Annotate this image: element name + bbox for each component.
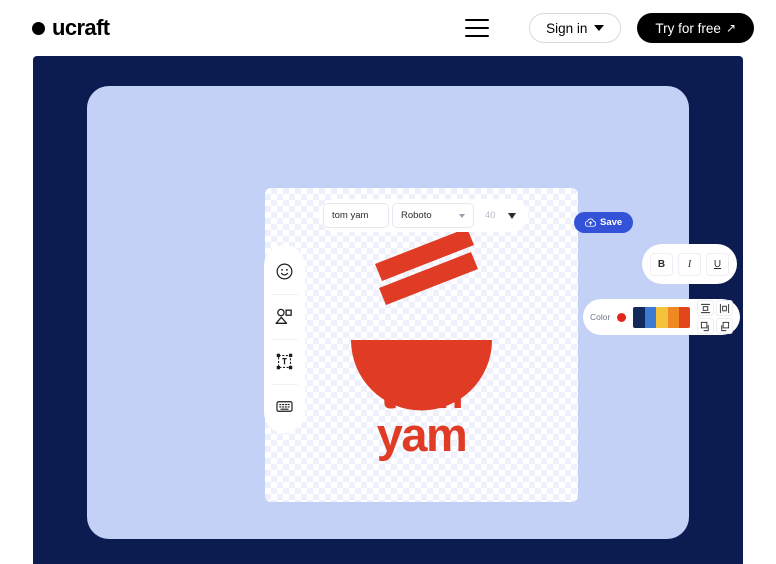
align-horizontal-distribute-button[interactable] xyxy=(697,300,715,316)
hamburger-bar xyxy=(465,35,490,37)
hamburger-bar xyxy=(465,27,490,29)
editor-panel: tom yam tom yam Roboto 40 Save B I U Col… xyxy=(87,86,741,539)
canvas-logo-text: tom yam xyxy=(265,365,578,462)
palette-swatch[interactable] xyxy=(678,306,691,328)
canvas-logo-line-2: yam xyxy=(376,408,468,462)
sign-in-button[interactable]: Sign in xyxy=(529,13,622,43)
emoji-icon xyxy=(276,263,293,280)
tools-sidebar xyxy=(264,245,305,433)
align-left-button[interactable] xyxy=(697,318,715,334)
save-button[interactable]: Save xyxy=(574,212,634,233)
palette-swatch[interactable] xyxy=(656,306,668,328)
sidebar-item-shapes[interactable] xyxy=(264,294,305,339)
caret-down-filled-icon xyxy=(508,212,516,219)
font-family-select[interactable]: Roboto xyxy=(392,203,474,228)
try-for-free-label: Try for free xyxy=(655,20,721,36)
text-toolbar: tom yam Roboto 40 xyxy=(319,199,528,232)
hero-frame: tom yam tom yam Roboto 40 Save B I U Col… xyxy=(33,56,743,564)
bold-button[interactable]: B xyxy=(650,252,673,276)
transform-icon xyxy=(276,353,293,370)
text-format-panel: B I U xyxy=(642,244,737,284)
keyboard-icon xyxy=(276,401,293,412)
text-input-value: tom yam xyxy=(332,210,369,221)
color-picker[interactable]: Color xyxy=(590,312,627,322)
dot-mark-icon xyxy=(32,21,45,35)
sidebar-item-transform[interactable] xyxy=(264,339,305,384)
sidebar-item-keyboard[interactable] xyxy=(264,384,305,429)
align-right-icon xyxy=(721,321,730,331)
color-palette[interactable] xyxy=(633,306,691,328)
hamburger-menu-icon[interactable] xyxy=(465,19,490,37)
palette-swatch[interactable] xyxy=(644,306,657,328)
palette-swatch[interactable] xyxy=(633,306,645,328)
shapes-icon xyxy=(275,308,292,324)
nav-actions: Sign in Try for free ↗ xyxy=(465,13,754,43)
top-navigation-bar: ucraft Sign in Try for free ↗ xyxy=(0,0,776,56)
design-canvas[interactable]: tom yam xyxy=(265,188,578,502)
app-root: ucraft Sign in Try for free ↗ tom yam to… xyxy=(0,0,776,564)
caret-down-icon xyxy=(594,25,605,31)
save-label: Save xyxy=(600,217,623,228)
align-left-icon xyxy=(701,321,710,331)
font-size-select[interactable]: 40 xyxy=(477,203,524,228)
color-panel: Color xyxy=(583,299,741,335)
chevron-down-icon xyxy=(459,213,465,218)
brand-logo-text: ucraft xyxy=(52,15,110,40)
italic-button[interactable]: I xyxy=(678,252,701,276)
brand-logo[interactable]: ucraft xyxy=(32,17,110,39)
cloud-upload-icon xyxy=(585,218,596,227)
sidebar-item-emoji[interactable] xyxy=(264,249,305,294)
canvas-logo-line-1: tom xyxy=(380,365,464,418)
font-size-value: 40 xyxy=(485,210,496,221)
palette-swatch[interactable] xyxy=(667,306,679,328)
underline-button[interactable]: U xyxy=(706,252,729,276)
color-swatch xyxy=(617,312,627,322)
text-input[interactable]: tom yam xyxy=(323,203,389,228)
align-vertical-distribute-icon xyxy=(720,303,730,313)
try-for-free-button[interactable]: Try for free ↗ xyxy=(637,13,754,43)
align-right-button[interactable] xyxy=(716,318,734,334)
align-tools xyxy=(697,300,734,334)
hamburger-bar xyxy=(465,19,490,21)
color-label: Color xyxy=(590,312,611,322)
align-vertical-distribute-button[interactable] xyxy=(716,300,734,316)
font-family-value: Roboto xyxy=(401,210,432,221)
align-horizontal-distribute-icon xyxy=(701,303,711,313)
arrow-up-right-icon: ↗ xyxy=(725,21,736,35)
sign-in-label: Sign in xyxy=(546,20,588,36)
